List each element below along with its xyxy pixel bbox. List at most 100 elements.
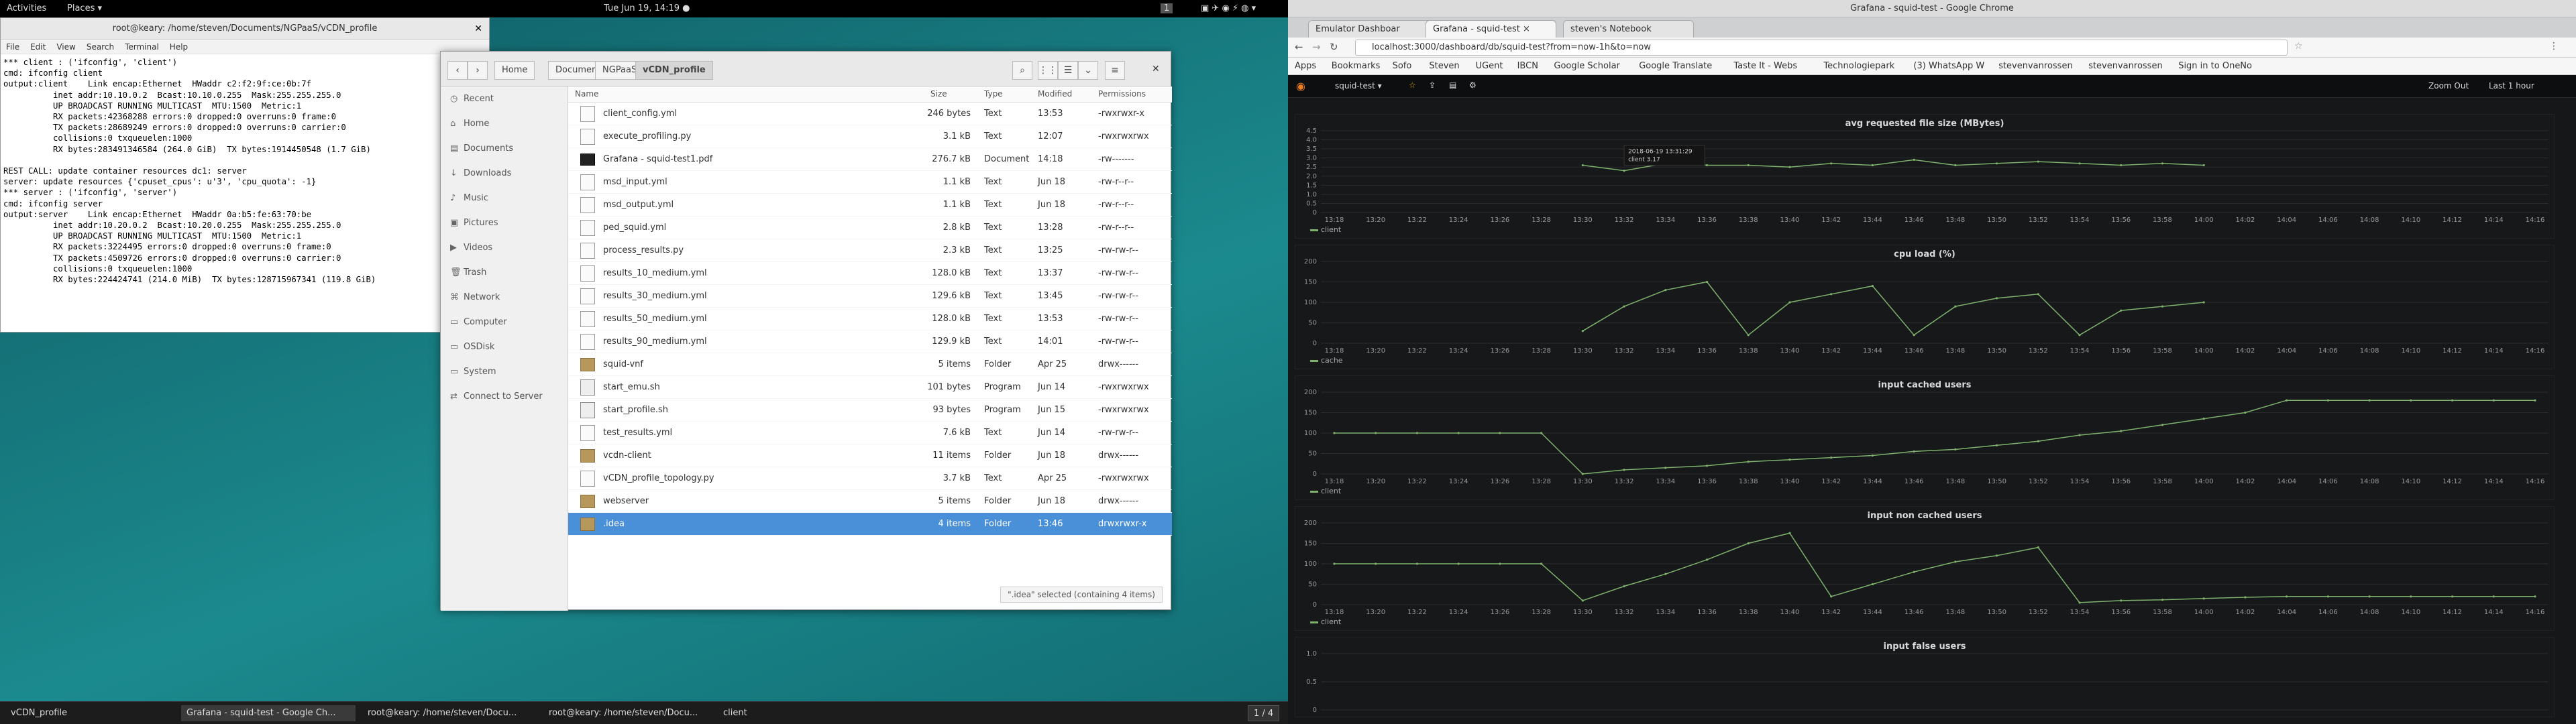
file-row[interactable]: start_profile.sh 93 bytes Program Jun 15 -rw… bbox=[568, 399, 1172, 422]
grid-view-icon[interactable]: ⋮⋮ bbox=[1038, 61, 1058, 80]
close-icon[interactable]: ✕ bbox=[474, 23, 482, 34]
sidebar-item-music[interactable]: ♪ Music bbox=[441, 186, 568, 210]
file-row[interactable]: results_50_medium.yml 128.0 kB Text 13:53 -r… bbox=[568, 308, 1172, 330]
bookmark-item[interactable]: UGent bbox=[1476, 61, 1503, 71]
sidebar-item-trash[interactable]: 🗑 Trash bbox=[441, 260, 568, 285]
view-options-icon[interactable]: ⌄ bbox=[1078, 61, 1098, 80]
menu-item-edit[interactable]: Edit bbox=[30, 42, 46, 52]
places-menu[interactable]: Places ▾ bbox=[67, 3, 102, 13]
file-row[interactable]: ped_squid.yml 2.8 kB Text 13:28 -rw-r--r-- bbox=[568, 217, 1172, 239]
file-row[interactable]: vCDN_profile_topology.py 3.7 kB Text Apr 25… bbox=[568, 467, 1172, 490]
menu-item-terminal[interactable]: Terminal bbox=[125, 42, 159, 52]
save-icon[interactable]: ▤ bbox=[1449, 80, 1456, 90]
sidebar-item-downloads[interactable]: ↓ Downloads bbox=[441, 161, 568, 186]
list-view-icon[interactable]: ☰ bbox=[1058, 61, 1078, 80]
menu-item-view[interactable]: View bbox=[56, 42, 75, 52]
dashboard-picker[interactable]: squid-test ▾ bbox=[1335, 81, 1382, 90]
file-row[interactable]: results_30_medium.yml 129.6 kB Text 13:45 -r… bbox=[568, 285, 1172, 308]
forward-icon[interactable]: → bbox=[1312, 41, 1321, 53]
bookmark-item[interactable]: Google Translate bbox=[1639, 61, 1712, 71]
file-row[interactable]: results_90_medium.yml 129.9 kB Text 14:01 -r… bbox=[568, 330, 1172, 353]
file-row[interactable]: vcdn-client 11 items Folder Jun 18 drwx-----… bbox=[568, 444, 1172, 467]
tab-0[interactable]: Emulator Dashboar bbox=[1308, 20, 1439, 38]
forward-icon[interactable]: › bbox=[468, 61, 488, 80]
column-type[interactable]: Type bbox=[984, 89, 1003, 99]
file-row[interactable]: results_10_medium.yml 128.0 kB Text 13:37 -r… bbox=[568, 262, 1172, 285]
terminal-output[interactable]: *** client : ('ifconfig', 'client') cmd:… bbox=[1, 54, 489, 298]
share-icon[interactable]: ⇪ bbox=[1429, 80, 1436, 90]
zoom-out-button[interactable]: Zoom Out bbox=[2428, 81, 2469, 90]
file-row[interactable]: execute_profiling.py 3.1 kB Text 12:07 -rwxr… bbox=[568, 125, 1172, 148]
address-bar[interactable]: localhost:3000/dashboard/db/squid-test?f… bbox=[1355, 40, 2288, 56]
legend[interactable]: client bbox=[1310, 487, 1341, 495]
back-icon[interactable]: ← bbox=[1295, 41, 1303, 53]
file-row[interactable]: client_config.yml 246 bytes Text 13:53 -rwxr… bbox=[568, 103, 1172, 125]
grafana-logo-icon[interactable]: ◉ bbox=[1296, 80, 1305, 93]
file-row[interactable]: webserver 5 items Folder Jun 18 drwx------ bbox=[568, 490, 1172, 513]
taskbar-item[interactable]: root@keary: /home/steven/Docu... bbox=[362, 705, 537, 721]
taskbar-item[interactable]: vCDN_profile bbox=[5, 705, 173, 721]
graph-panel[interactable]: avg requested file size (MBytes) 0 0.5 1.0 1… bbox=[1295, 114, 2555, 239]
sidebar-item-connect-to-server[interactable]: ⇄ Connect to Server bbox=[441, 384, 568, 409]
activities-button[interactable]: Activities bbox=[7, 3, 46, 13]
column-size[interactable]: Size bbox=[930, 89, 947, 99]
sidebar-item-osdisk[interactable]: ▭ OSDisk bbox=[441, 335, 568, 359]
menu-item-file[interactable]: File bbox=[6, 42, 19, 52]
legend[interactable]: client bbox=[1310, 225, 1341, 234]
menu-item-search[interactable]: Search bbox=[87, 42, 114, 52]
sidebar-item-network[interactable]: ⌘ Network bbox=[441, 285, 568, 310]
star-icon[interactable]: ☆ bbox=[2294, 41, 2303, 52]
star-icon[interactable]: ☆ bbox=[1409, 80, 1416, 90]
sidebar-item-videos[interactable]: ▶ Videos bbox=[441, 235, 568, 260]
bookmark-item[interactable]: Taste It - Webs bbox=[1733, 61, 1797, 71]
sidebar-item-home[interactable]: ⌂ Home bbox=[441, 111, 568, 136]
bookmark-item[interactable]: Sofo bbox=[1393, 61, 1412, 71]
workspace-indicator[interactable]: 1 bbox=[1161, 3, 1173, 13]
sidebar-item-computer[interactable]: ▭ Computer bbox=[441, 310, 568, 335]
column-name[interactable]: Name bbox=[575, 89, 598, 99]
file-row[interactable]: squid-vnf 5 items Folder Apr 25 drwx------ bbox=[568, 353, 1172, 376]
close-icon[interactable]: ✕ bbox=[1152, 64, 1160, 74]
file-row[interactable]: .idea 4 items Folder 13:46 drwxrwxr-x bbox=[568, 513, 1172, 536]
column-permissions[interactable]: Permissions bbox=[1098, 89, 1146, 99]
legend[interactable]: client bbox=[1310, 617, 1341, 626]
bookmark-item[interactable]: Google Scholar bbox=[1554, 61, 1620, 71]
workspace-pager[interactable]: 1 / 4 bbox=[1248, 705, 1280, 721]
file-row[interactable]: start_emu.sh 101 bytes Program Jun 14 -rwxrw… bbox=[568, 376, 1172, 399]
column-modified[interactable]: Modified bbox=[1038, 89, 1072, 99]
file-row[interactable]: test_results.yml 7.6 kB Text Jun 14 -rw-rw-r… bbox=[568, 422, 1172, 444]
taskbar-item[interactable]: root@keary: /home/steven/Docu... bbox=[543, 705, 711, 721]
back-icon[interactable]: ‹ bbox=[447, 61, 468, 80]
sidebar-item-recent[interactable]: ◷ Recent bbox=[441, 86, 568, 111]
graph-panel[interactable]: input non cached users 0 50 100 150 200 13:18 1… bbox=[1295, 506, 2555, 631]
settings-icon[interactable]: ⚙ bbox=[1469, 80, 1477, 90]
file-row[interactable]: process_results.py 2.3 kB Text 13:25 -rw-rw-… bbox=[568, 239, 1172, 262]
bookmark-item[interactable]: IBCN bbox=[1517, 61, 1538, 71]
file-row[interactable]: Grafana - squid-test1.pdf 276.7 kB Documen… bbox=[568, 148, 1172, 171]
sidebar-item-pictures[interactable]: ▣ Pictures bbox=[441, 210, 568, 235]
graph-panel[interactable]: input cached users 0 50 100 150 200 13:18 13:20… bbox=[1295, 375, 2555, 500]
menu-item-help[interactable]: Help bbox=[170, 42, 188, 52]
bookmark-item[interactable]: stevenvanrossen bbox=[1998, 61, 2073, 71]
bookmark-item[interactable]: Bookmarks bbox=[1332, 61, 1381, 71]
sidebar-item-documents[interactable]: ▤ Documents bbox=[441, 136, 568, 161]
taskbar-item[interactable]: Grafana - squid-test - Google Ch... bbox=[181, 705, 356, 721]
file-manager-window[interactable]: ‹ › Home Documents NGPaaS vCDN_profile ⌕ ⋮⋮… bbox=[440, 51, 1172, 611]
legend[interactable]: cache bbox=[1310, 356, 1343, 365]
search-icon[interactable]: ⌕ bbox=[1012, 61, 1032, 80]
menu-icon[interactable]: ≡ bbox=[1105, 61, 1125, 80]
tab-2[interactable]: steven's Notebook bbox=[1563, 20, 1694, 38]
chrome-menu-icon[interactable]: ⋮ bbox=[2549, 41, 2559, 52]
bookmark-item[interactable]: Steven bbox=[1429, 61, 1459, 71]
sidebar-item-system[interactable]: ▭ System bbox=[441, 359, 568, 384]
bookmark-item[interactable]: Sign in to OneNo bbox=[2178, 61, 2252, 71]
graph-panel[interactable]: cpu load (%) 0 50 100 150 200 13:18 13:20 13:22 1… bbox=[1295, 245, 2555, 369]
clock[interactable]: Tue Jun 19, 14:19 ● bbox=[604, 3, 690, 13]
file-row[interactable]: msd_input.yml 1.1 kB Text Jun 18 -rw-r--r-- bbox=[568, 171, 1172, 194]
terminal-window[interactable]: root@keary: /home/steven/Documents/NGPaa… bbox=[0, 17, 490, 333]
system-tray-icons[interactable]: ▣ ✈ ◉ ⚡ ◍ ▾ bbox=[1201, 3, 1256, 13]
bookmark-item[interactable]: Technologiepark bbox=[1823, 61, 1894, 71]
bookmark-item[interactable]: stevenvanrossen bbox=[2088, 61, 2163, 71]
bookmark-item[interactable]: Apps bbox=[1295, 61, 1316, 71]
reload-icon[interactable]: ↻ bbox=[1330, 41, 1338, 53]
